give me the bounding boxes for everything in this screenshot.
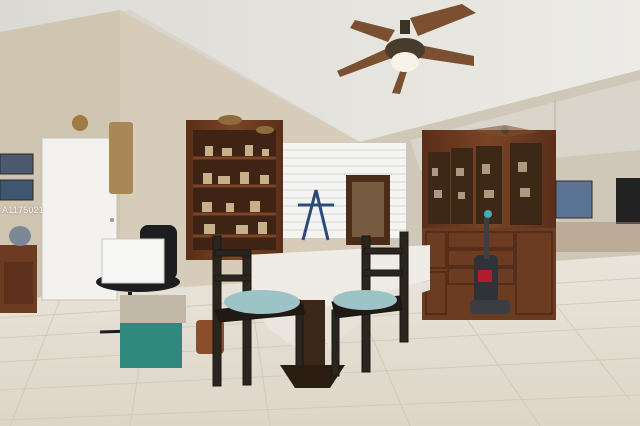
bookcase xyxy=(186,115,283,260)
curio-cabinet xyxy=(346,175,390,245)
reflected-tv xyxy=(616,178,640,224)
wall-plate xyxy=(72,115,88,131)
cat-figurine xyxy=(9,226,31,246)
wall-picture-bottom xyxy=(0,179,34,201)
watermark-text: A1175021 xyxy=(2,205,44,215)
reflected-painting xyxy=(555,180,593,219)
room-illustration xyxy=(0,0,640,426)
hanging-basket xyxy=(109,122,133,194)
wall-picture-top xyxy=(0,153,34,175)
room-photo: A1175021 xyxy=(0,0,640,426)
